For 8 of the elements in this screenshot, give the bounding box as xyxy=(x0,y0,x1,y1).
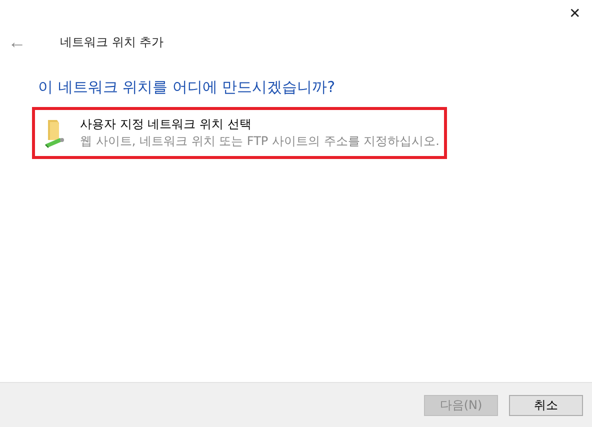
window-title: 네트워크 위치 추가 xyxy=(60,34,164,50)
option-item[interactable]: 사용자 지정 네트워크 위치 선택 웹 사이트, 네트워크 위치 또는 FTP 사이트의 주소를 지정하십시오. xyxy=(32,107,447,159)
page-heading: 이 네트워크 위치를 어디에 만드시겠습니까? xyxy=(38,78,336,97)
dialog-button[interactable]: 취소 xyxy=(509,394,583,416)
close-button[interactable]: ✕ xyxy=(560,0,590,26)
option-title: 사용자 지정 네트워크 위치 선택 xyxy=(80,116,252,133)
option-description: 웹 사이트, 네트워크 위치 또는 FTP 사이트의 주소를 지정하십시오. xyxy=(80,133,440,150)
back-button[interactable]: ← xyxy=(7,32,27,52)
